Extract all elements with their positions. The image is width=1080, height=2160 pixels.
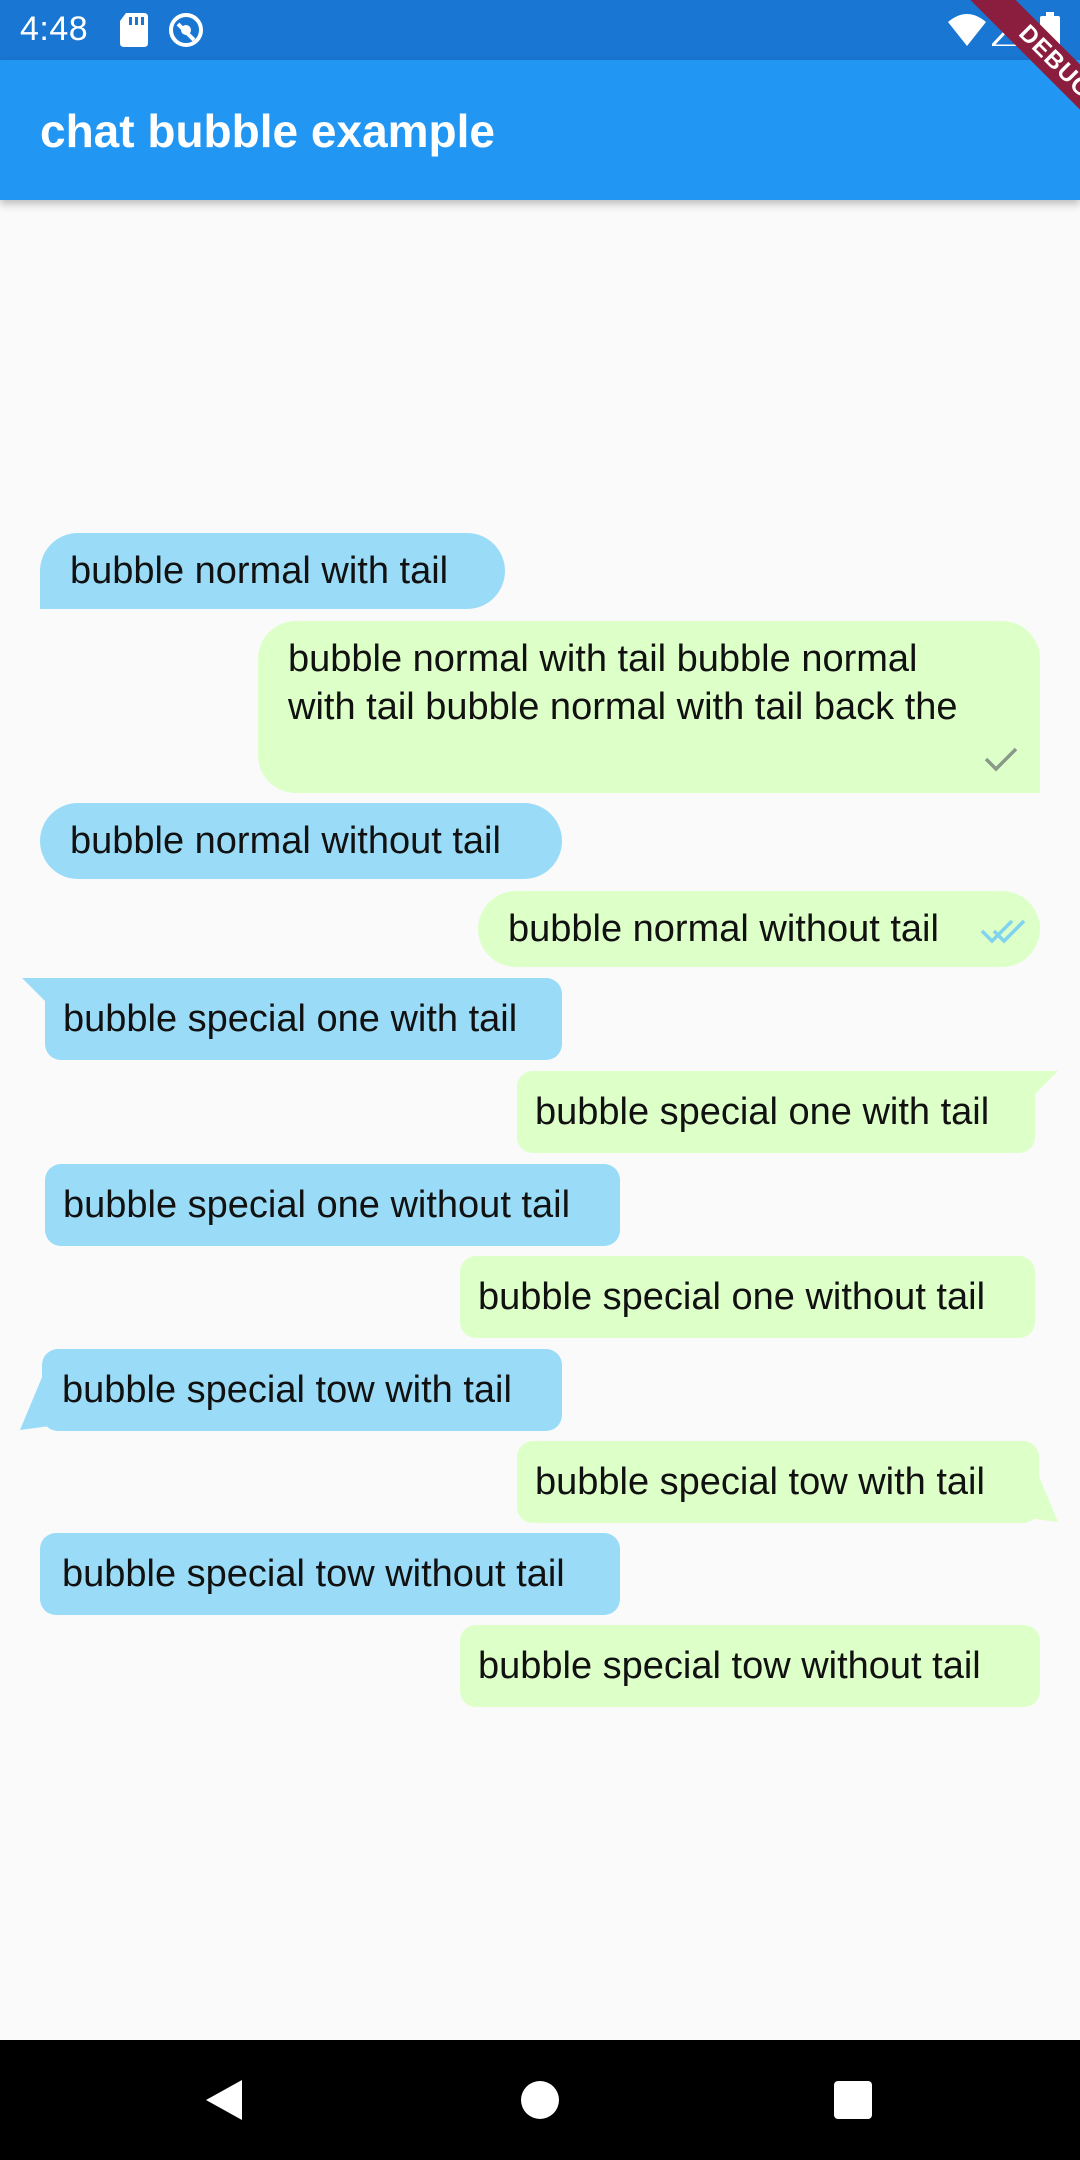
chat-bubble[interactable]: bubble normal without tail <box>478 891 1040 967</box>
message-text: bubble special tow with tail <box>535 1461 985 1503</box>
message-text: bubble normal with tail bubble normal wi… <box>288 638 958 728</box>
page-title: chat bubble example <box>40 105 496 157</box>
bubble-tail <box>1028 1462 1058 1522</box>
message-text: bubble special one without tail <box>478 1276 986 1318</box>
chat-bubble[interactable]: bubble special tow with tail <box>42 1349 562 1431</box>
status-time: 4:48 <box>20 10 89 48</box>
home-icon[interactable] <box>521 2081 559 2119</box>
chat-bubble[interactable]: bubble special one without tail <box>460 1256 1035 1338</box>
sd-card-icon <box>120 13 148 47</box>
bubble-tail <box>22 978 46 1002</box>
message-text: bubble special one with tail <box>63 998 518 1040</box>
message-text: bubble normal without tail <box>508 908 939 950</box>
message-text: bubble special one without tail <box>63 1184 571 1226</box>
chat-bubble[interactable]: bubble special one with tail <box>517 1071 1035 1153</box>
chat-bubble[interactable]: bubble normal with tail bubble normal wi… <box>258 621 1040 793</box>
chat-bubble[interactable]: bubble special tow without tail <box>40 1533 620 1615</box>
message-text: bubble normal without tail <box>70 820 501 862</box>
chat-bubble[interactable]: bubble special tow with tail <box>517 1441 1039 1523</box>
recent-apps-icon[interactable] <box>834 2081 872 2119</box>
chat-bubble[interactable]: bubble special tow without tail <box>460 1625 1040 1707</box>
wifi-icon <box>948 14 986 46</box>
chat-bubble[interactable]: bubble normal without tail <box>40 803 562 879</box>
message-text: bubble normal with tail <box>70 550 449 592</box>
chat-bubble[interactable]: bubble normal with tail <box>40 533 505 609</box>
battery-icon <box>1040 12 1060 48</box>
check-icon <box>984 747 1018 772</box>
back-icon[interactable] <box>204 2078 244 2122</box>
status-bar: 4:48 <box>0 0 1080 60</box>
app-bar: chat bubble example <box>0 60 1080 200</box>
chat-bubble[interactable]: bubble special one without tail <box>45 1164 620 1246</box>
message-text: bubble special tow with tail <box>62 1369 512 1411</box>
bubble-tail <box>1034 1071 1058 1095</box>
message-text: bubble special tow without tail <box>62 1553 565 1595</box>
chat-bubble[interactable]: bubble special one with tail <box>45 978 562 1060</box>
message-text: bubble special one with tail <box>535 1091 990 1133</box>
sync-icon <box>169 13 203 47</box>
signal-icon <box>992 14 1022 46</box>
double-check-icon <box>980 919 1026 944</box>
navigation-bar <box>0 2040 1080 2160</box>
message-text: bubble special tow without tail <box>478 1645 981 1687</box>
